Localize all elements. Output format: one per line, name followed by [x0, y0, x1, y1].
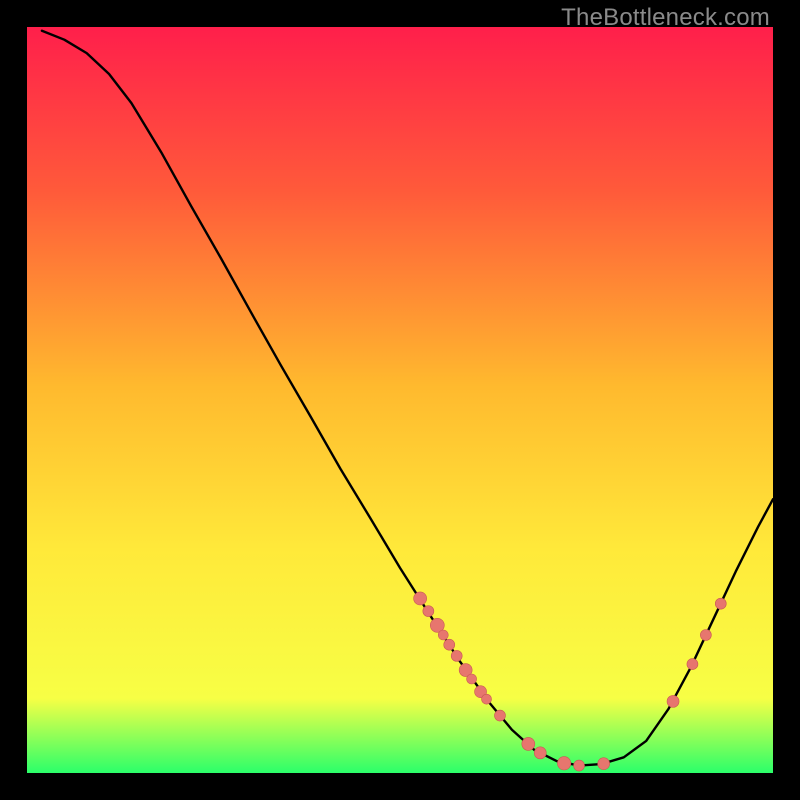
data-dot — [557, 757, 570, 770]
bottleneck-curve-chart — [27, 27, 773, 773]
watermark-text: TheBottleneck.com — [561, 4, 770, 32]
data-dot — [522, 737, 535, 750]
data-dot — [423, 606, 434, 617]
data-dot — [467, 674, 477, 684]
data-dot — [534, 747, 546, 759]
data-dot — [700, 629, 711, 640]
gradient-background — [27, 27, 773, 773]
data-dot — [444, 639, 455, 650]
data-dot — [414, 592, 427, 605]
data-dot — [451, 650, 462, 661]
data-dot — [574, 760, 585, 771]
data-dot — [598, 758, 610, 770]
data-dot — [438, 630, 448, 640]
data-dot — [667, 695, 679, 707]
chart-frame — [27, 27, 773, 773]
data-dot — [482, 694, 492, 704]
data-dot — [687, 659, 698, 670]
data-dot — [715, 598, 726, 609]
data-dot — [494, 710, 505, 721]
